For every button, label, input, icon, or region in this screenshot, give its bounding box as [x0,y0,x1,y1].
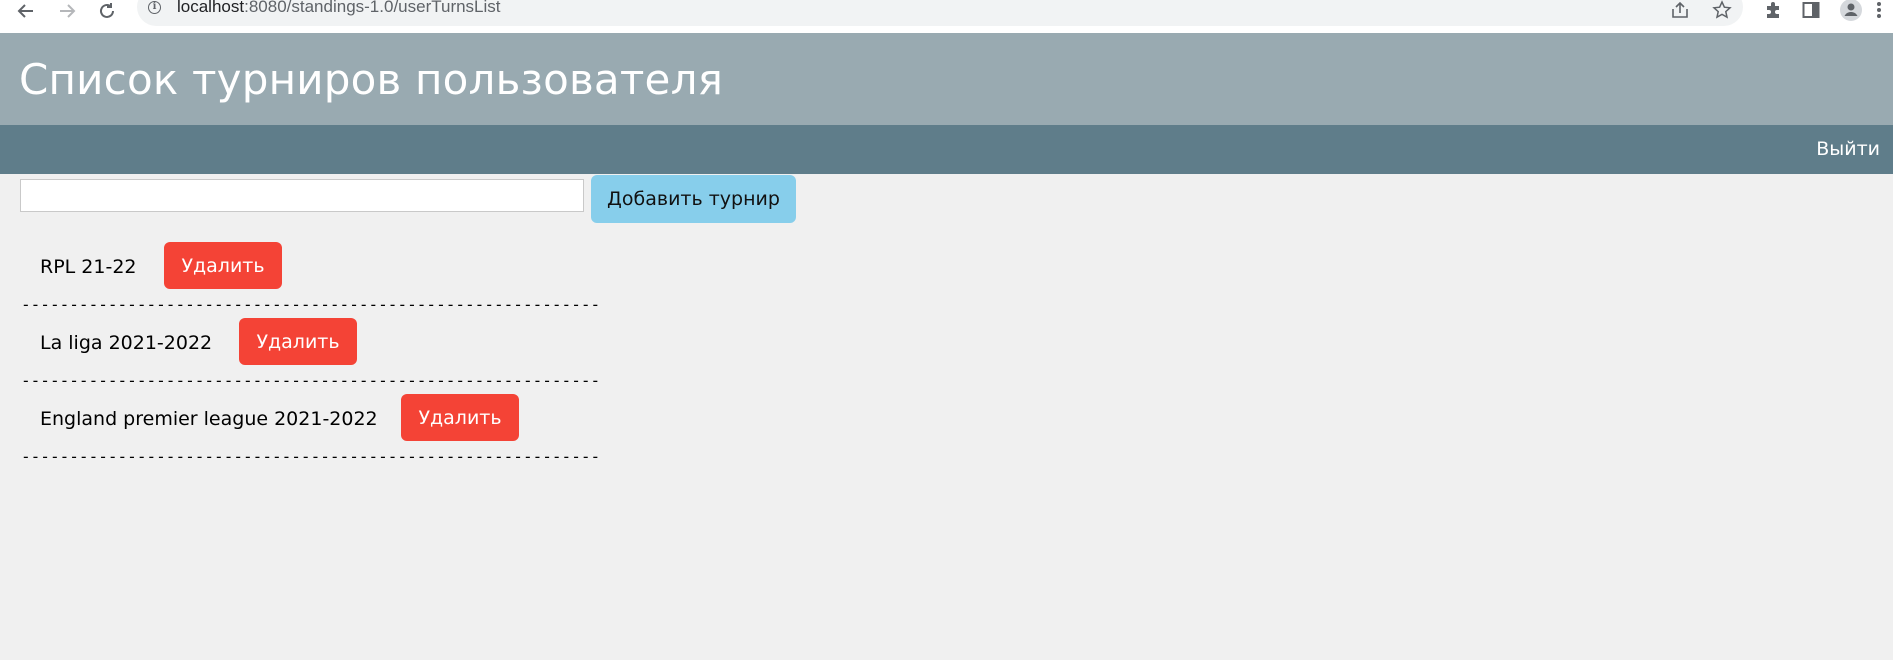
back-arrow-icon[interactable] [14,0,38,22]
side-panel-icon[interactable] [1800,0,1822,20]
separator-line: ----------------------------------------… [21,447,601,466]
browser-toolbar: i localhost:8080/standings-1.0/userTurns… [0,0,1893,33]
delete-button[interactable]: Удалить [401,394,519,441]
profile-avatar-icon[interactable] [1840,0,1862,21]
top-navbar: Выйти [0,125,1893,174]
delete-button[interactable]: Удалить [164,242,282,289]
separator-line: ----------------------------------------… [21,295,601,314]
list-item: La liga 2021-2022 Удалить --------------… [0,316,700,392]
url-host: localhost [177,0,245,16]
page-title: Список турниров пользователя [19,55,724,104]
extensions-icon[interactable] [1762,0,1784,20]
url-text[interactable]: localhost:8080/standings-1.0/userTurnsLi… [177,0,501,17]
tournament-name: England premier league 2021-2022 [40,408,378,430]
url-path: :8080/standings-1.0/userTurnsList [244,0,501,16]
tournament-name: La liga 2021-2022 [40,332,213,354]
bookmark-star-icon[interactable] [1711,0,1733,20]
site-info-icon[interactable]: i [148,1,161,14]
separator-line: ----------------------------------------… [21,371,601,390]
delete-button[interactable]: Удалить [239,318,357,365]
tournament-name-input[interactable] [20,179,584,212]
logout-link[interactable]: Выйти [1816,138,1880,160]
reload-icon[interactable] [95,0,119,22]
tournament-name: RPL 21-22 [40,256,137,278]
tournament-list: RPL 21-22 Удалить ----------------------… [0,240,700,468]
share-icon[interactable] [1669,0,1691,20]
forward-arrow-icon[interactable] [55,0,79,22]
page-header: Список турниров пользователя [0,33,1893,125]
browser-menu-icon[interactable] [1873,0,1885,20]
list-item: RPL 21-22 Удалить ----------------------… [0,240,700,316]
add-tournament-button[interactable]: Добавить турнир [591,175,796,223]
list-item: England premier league 2021-2022 Удалить… [0,392,700,468]
